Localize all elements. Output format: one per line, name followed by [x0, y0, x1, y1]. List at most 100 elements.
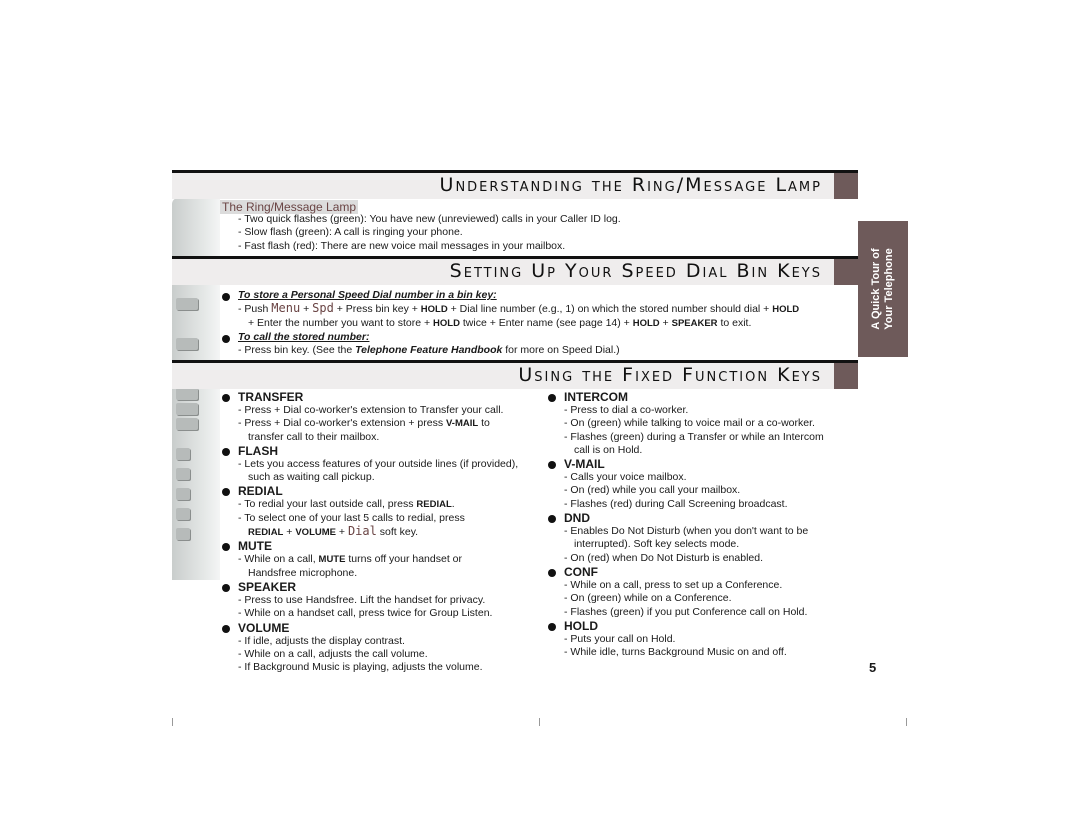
key-name: V-MAIL: [446, 418, 479, 430]
text-run: interrupted). Soft key selects mode.: [574, 538, 740, 551]
key-heading: FLASH: [222, 444, 537, 458]
text-run: - Lets you access features of your outsi…: [238, 457, 519, 470]
text-run: transfer call to their mailbox.: [248, 430, 380, 443]
section-header-ring-lamp: Understanding the Ring/Message Lamp: [172, 170, 858, 199]
key-heading: V-MAIL: [548, 457, 868, 471]
text-run: for more on Speed Dial.): [502, 344, 620, 357]
text-run: +: [300, 303, 313, 316]
key-name: HOLD: [632, 317, 660, 329]
crop-mark: [172, 718, 173, 726]
page-number: 5: [869, 660, 877, 675]
fixed-keys-right-column: INTERCOM - Press to dial a co-worker. - On…: [548, 390, 868, 659]
key-heading: CONF: [548, 565, 868, 579]
key-heading: SPEAKER: [222, 580, 537, 594]
list-item: - To redial your last outside call, pres…: [222, 498, 537, 511]
side-tab-line1: A Quick Tour of: [870, 248, 882, 330]
key-heading: DND: [548, 511, 868, 525]
side-tab-line2: Your Telephone: [883, 248, 895, 330]
list-item: - Enables Do Not Disturb (when you don't…: [548, 525, 868, 538]
list-item: - To select one of your last 5 calls to …: [222, 512, 537, 525]
list-item: - While on a call, adjusts the call volu…: [222, 648, 537, 661]
call-heading: To call the stored number:: [238, 330, 370, 343]
text-run: - While on a handset call, press twice f…: [238, 607, 493, 620]
text-run: Handsfree microphone.: [248, 566, 358, 579]
section-title: Understanding the Ring/Message Lamp: [439, 174, 822, 196]
list-item: - Flashes (green) during a Transfer or w…: [548, 431, 868, 444]
text-run: + Enter the number you want to store +: [248, 316, 434, 329]
list-item: - On (green) while on a Conference.: [548, 592, 868, 605]
list-item: - Press + Dial co-worker's extension to …: [222, 404, 537, 417]
subtitle-ring-lamp: The Ring/Message Lamp: [220, 200, 359, 214]
list-item: REDIAL + VOLUME + Dial soft key.: [222, 524, 537, 539]
text-run: - On (red) when Do Not Disturb is enable…: [564, 551, 764, 564]
text-run: Telephone Feature Handbook: [355, 344, 503, 357]
key-name: HOLD: [772, 304, 800, 316]
text-run: - To select one of your last 5 calls to …: [238, 511, 465, 524]
text-run: - On (green) while talking to voice mail…: [564, 417, 815, 430]
soft-key-label: Spd: [312, 301, 334, 316]
text-run: - Press to dial a co-worker.: [564, 404, 689, 416]
side-tab: A Quick Tour of Your Telephone: [858, 221, 908, 357]
list-item: - While idle, turns Background Music on …: [548, 646, 868, 659]
text-run: - While on a call,: [238, 553, 319, 566]
list-item: - Lets you access features of your outsi…: [222, 458, 537, 471]
list-item: - On (red) while you call your mailbox.: [548, 484, 868, 497]
key-name: VOLUME: [295, 527, 336, 539]
text-run: - Flashes (red) during Call Screening br…: [564, 497, 788, 510]
text-run: - Press bin key. (See the: [238, 344, 356, 357]
crop-mark: [539, 718, 540, 726]
soft-key-label: Menu: [271, 301, 301, 316]
ring-lamp-list: - Two quick flashes (green): You have ne…: [238, 213, 621, 253]
list-item: - Press + Dial co-worker's extension + p…: [222, 417, 537, 430]
list-item: - While on a call, MUTE turns off your h…: [222, 553, 537, 566]
text-run: turns off your handset or: [345, 553, 462, 566]
key-name: HOLD: [433, 317, 460, 329]
text-run: +: [659, 316, 672, 329]
text-run: - While idle, turns Background Music on …: [564, 646, 787, 659]
section-title: Setting Up Your Speed Dial Bin Keys: [449, 260, 822, 282]
store-line-1: - Push Menu + Spd + Press bin key + HOLD…: [222, 302, 862, 316]
section-header-fixed-keys: Using the Fixed Function Keys: [172, 360, 858, 389]
header-accent-box: [834, 173, 858, 199]
key-heading: MUTE: [222, 539, 537, 553]
list-item: - Flashes (green) if you put Conference …: [548, 606, 868, 619]
text-run: - Enables Do Not Disturb (when you don't…: [564, 525, 809, 538]
text-run: soft key.: [376, 526, 419, 539]
header-accent-box: [834, 363, 858, 389]
section-title: Using the Fixed Function Keys: [518, 364, 822, 386]
list-item: - On (green) while talking to voice mail…: [548, 417, 868, 430]
text-run: - If Background Music is playing, adjust…: [238, 661, 483, 674]
list-item: - While on a call, press to set up a Con…: [548, 579, 868, 592]
text-run: to: [478, 417, 490, 430]
text-run: .: [451, 498, 455, 511]
list-item: - Fast flash (red): There are new voice …: [238, 239, 566, 252]
call-line: - Press bin key. (See the Telephone Feat…: [222, 344, 862, 357]
text-run: - Press + Dial co-worker's extension + p…: [238, 417, 446, 430]
header-accent-box: [834, 259, 858, 285]
text-run: - Push: [238, 303, 272, 316]
section-header-speed-dial: Setting Up Your Speed Dial Bin Keys: [172, 256, 858, 285]
list-item: call is on Hold.: [548, 444, 868, 457]
key-heading: TRANSFER: [222, 390, 537, 404]
text-run: - Flashes (green) if you put Conference …: [564, 605, 808, 618]
text-run: - Calls your voice mailbox.: [564, 471, 687, 484]
text-run: - Press + Dial co-worker's extension to …: [238, 404, 504, 416]
speed-dial-content: To store a Personal Speed Dial number in…: [222, 289, 862, 357]
list-item: - Puts your call on Hold.: [548, 633, 868, 646]
key-name: MUTE: [318, 554, 346, 566]
fixed-keys-left-column: TRANSFER - Press + Dial co-worker's exten…: [222, 390, 537, 674]
list-item: - Flashes (red) during Call Screening br…: [548, 498, 868, 511]
list-item: - Two quick flashes (green): You have ne…: [238, 213, 621, 225]
list-item: interrupted). Soft key selects mode.: [548, 538, 868, 551]
text-run: +: [283, 526, 296, 539]
key-heading: HOLD: [548, 619, 868, 633]
key-name: REDIAL: [248, 527, 284, 539]
list-item: transfer call to their mailbox.: [222, 431, 537, 444]
list-item: - If idle, adjusts the display contrast.: [222, 635, 537, 648]
list-item: - If Background Music is playing, adjust…: [222, 661, 537, 674]
list-item: - Calls your voice mailbox.: [548, 471, 868, 484]
list-item: - Slow flash (green): A call is ringing …: [238, 226, 463, 239]
list-item: - Press to use Handsfree. Lift the hands…: [222, 594, 537, 607]
list-item: - Press to dial a co-worker.: [548, 404, 868, 417]
text-run: - Press to use Handsfree. Lift the hands…: [238, 593, 486, 606]
